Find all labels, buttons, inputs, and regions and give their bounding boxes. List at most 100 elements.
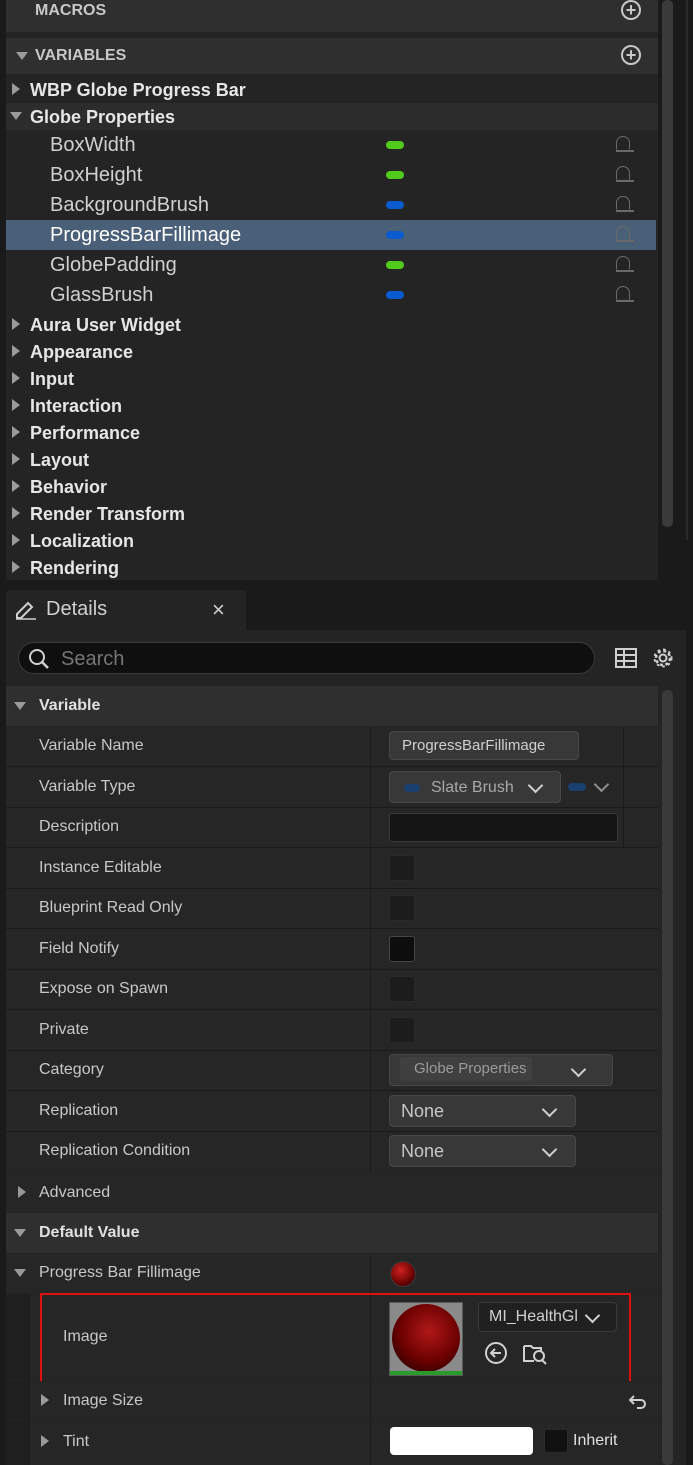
collapse-icon[interactable] bbox=[14, 1269, 26, 1277]
chevron-down-icon bbox=[527, 777, 544, 794]
expand-icon[interactable] bbox=[12, 345, 20, 357]
blueprint-read-only-checkbox[interactable] bbox=[389, 895, 415, 921]
add-variable-icon[interactable]: + bbox=[621, 45, 641, 65]
advanced-row[interactable]: Advanced bbox=[6, 1172, 658, 1212]
category-localization[interactable]: Localization bbox=[6, 526, 656, 553]
float-type-pill bbox=[386, 171, 404, 179]
close-tab-icon[interactable]: × bbox=[212, 597, 225, 623]
category-input[interactable]: Input bbox=[6, 364, 656, 391]
top-panel-scrollbar[interactable] bbox=[662, 0, 673, 527]
variable-name-field[interactable]: ProgressBarFillimage bbox=[389, 731, 579, 760]
search-bar[interactable] bbox=[18, 642, 595, 674]
replication-bell-icon[interactable] bbox=[616, 136, 634, 152]
expand-icon[interactable] bbox=[12, 83, 20, 95]
details-scrollbar[interactable] bbox=[662, 690, 673, 1465]
column-divider-right bbox=[623, 727, 624, 848]
category-combo[interactable]: Globe Properties bbox=[389, 1054, 613, 1086]
replication-bell-icon[interactable] bbox=[616, 166, 634, 182]
variable-row-glassbrush[interactable]: GlassBrush bbox=[6, 280, 656, 310]
row-separator bbox=[6, 766, 658, 767]
table-view-icon[interactable] bbox=[614, 646, 638, 670]
category-globe-properties[interactable]: Globe Properties bbox=[6, 103, 658, 130]
category-layout[interactable]: Layout bbox=[6, 445, 656, 472]
collapse-icon[interactable] bbox=[10, 112, 22, 120]
expose-on-spawn-checkbox[interactable] bbox=[389, 976, 415, 1002]
variable-row-boxwidth[interactable]: BoxWidth bbox=[6, 130, 656, 160]
category-wbp-globe-progress-bar[interactable]: WBP Globe Progress Bar bbox=[6, 76, 658, 103]
variable-row-progressbarfillimage[interactable]: ProgressBarFillimage bbox=[6, 220, 656, 250]
expand-icon[interactable] bbox=[12, 534, 20, 546]
search-input[interactable] bbox=[59, 646, 563, 672]
expand-icon[interactable] bbox=[12, 426, 20, 438]
tint-inherit-checkbox[interactable] bbox=[544, 1429, 568, 1453]
section-default-value-header[interactable]: Default Value bbox=[6, 1213, 658, 1253]
replication-bell-icon[interactable] bbox=[616, 196, 634, 212]
category-behavior[interactable]: Behavior bbox=[6, 472, 656, 499]
details-tab[interactable]: Details × bbox=[6, 590, 246, 630]
category-render-transform[interactable]: Render Transform bbox=[6, 499, 656, 526]
expand-icon[interactable] bbox=[12, 372, 20, 384]
replication-dropdown[interactable]: None bbox=[389, 1095, 576, 1127]
expand-icon[interactable] bbox=[12, 453, 20, 465]
settings-gear-icon[interactable] bbox=[650, 645, 676, 671]
row-separator bbox=[6, 1131, 658, 1132]
expand-icon[interactable] bbox=[12, 480, 20, 492]
row-separator bbox=[6, 928, 658, 929]
variable-type-dropdown[interactable]: Slate Brush bbox=[389, 771, 561, 803]
expand-icon[interactable] bbox=[12, 318, 20, 330]
instance-editable-checkbox[interactable] bbox=[389, 855, 415, 881]
image-size-row[interactable]: Image Size bbox=[6, 1381, 658, 1420]
category-label: Category bbox=[39, 1061, 104, 1078]
category-aura-user-widget[interactable]: Aura User Widget bbox=[6, 310, 656, 337]
row-separator bbox=[6, 888, 658, 889]
indent-bar bbox=[6, 1381, 30, 1420]
expand-icon[interactable] bbox=[12, 507, 20, 519]
category-rendering[interactable]: Rendering bbox=[6, 553, 656, 580]
category-performance[interactable]: Performance bbox=[6, 418, 656, 445]
collapse-icon[interactable] bbox=[14, 702, 26, 710]
description-field[interactable] bbox=[389, 813, 618, 842]
progress-bar-fillimage-row[interactable]: Progress Bar Fillimage bbox=[6, 1254, 658, 1293]
private-checkbox[interactable] bbox=[389, 1017, 415, 1043]
row-separator bbox=[6, 969, 658, 970]
expand-icon[interactable] bbox=[41, 1394, 49, 1406]
container-type-dropdown[interactable] bbox=[566, 776, 612, 797]
tint-color-swatch[interactable] bbox=[390, 1427, 533, 1455]
single-container-pill bbox=[568, 783, 586, 791]
replication-bell-icon[interactable] bbox=[616, 286, 634, 302]
expand-icon[interactable] bbox=[12, 561, 20, 573]
struct-type-pill bbox=[386, 201, 404, 209]
column-divider bbox=[370, 1421, 371, 1465]
field-notify-checkbox[interactable] bbox=[389, 936, 415, 962]
variable-row-globepadding[interactable]: GlobePadding bbox=[6, 250, 656, 280]
description-label: Description bbox=[39, 818, 120, 835]
variable-row-backgroundbrush[interactable]: BackgroundBrush bbox=[6, 190, 656, 220]
replication-bell-icon[interactable] bbox=[616, 226, 634, 242]
variable-row-boxheight[interactable]: BoxHeight bbox=[6, 160, 656, 190]
replication-condition-dropdown[interactable]: None bbox=[389, 1135, 576, 1167]
instance-editable-label: Instance Editable bbox=[39, 859, 162, 876]
expand-icon[interactable] bbox=[18, 1186, 26, 1198]
variable-name-label: Variable Name bbox=[39, 737, 144, 754]
expand-icon[interactable] bbox=[12, 399, 20, 411]
pencil-icon bbox=[16, 601, 36, 620]
expand-icon[interactable] bbox=[41, 1435, 49, 1447]
section-variable-header[interactable]: Variable bbox=[6, 686, 658, 726]
replication-bell-icon[interactable] bbox=[616, 256, 634, 272]
category-appearance[interactable]: Appearance bbox=[6, 337, 656, 364]
row-separator bbox=[6, 847, 658, 848]
macros-header[interactable]: MACROS + bbox=[6, 0, 658, 32]
row-separator bbox=[6, 1009, 658, 1010]
add-macro-icon[interactable]: + bbox=[621, 0, 641, 20]
collapse-icon[interactable] bbox=[14, 1229, 26, 1237]
reset-to-default-icon[interactable] bbox=[628, 1392, 648, 1410]
variables-header[interactable]: VARIABLES + bbox=[6, 38, 658, 74]
highlight-annotation-box bbox=[40, 1293, 631, 1390]
struct-type-pill bbox=[386, 231, 404, 239]
tint-row[interactable]: Tint Inherit bbox=[6, 1421, 658, 1465]
panel-divider bbox=[686, 0, 688, 540]
category-interaction[interactable]: Interaction bbox=[6, 391, 656, 418]
row-separator bbox=[6, 807, 658, 808]
category-text-field[interactable]: Globe Properties bbox=[400, 1057, 532, 1081]
collapse-variables-icon[interactable] bbox=[16, 52, 28, 60]
